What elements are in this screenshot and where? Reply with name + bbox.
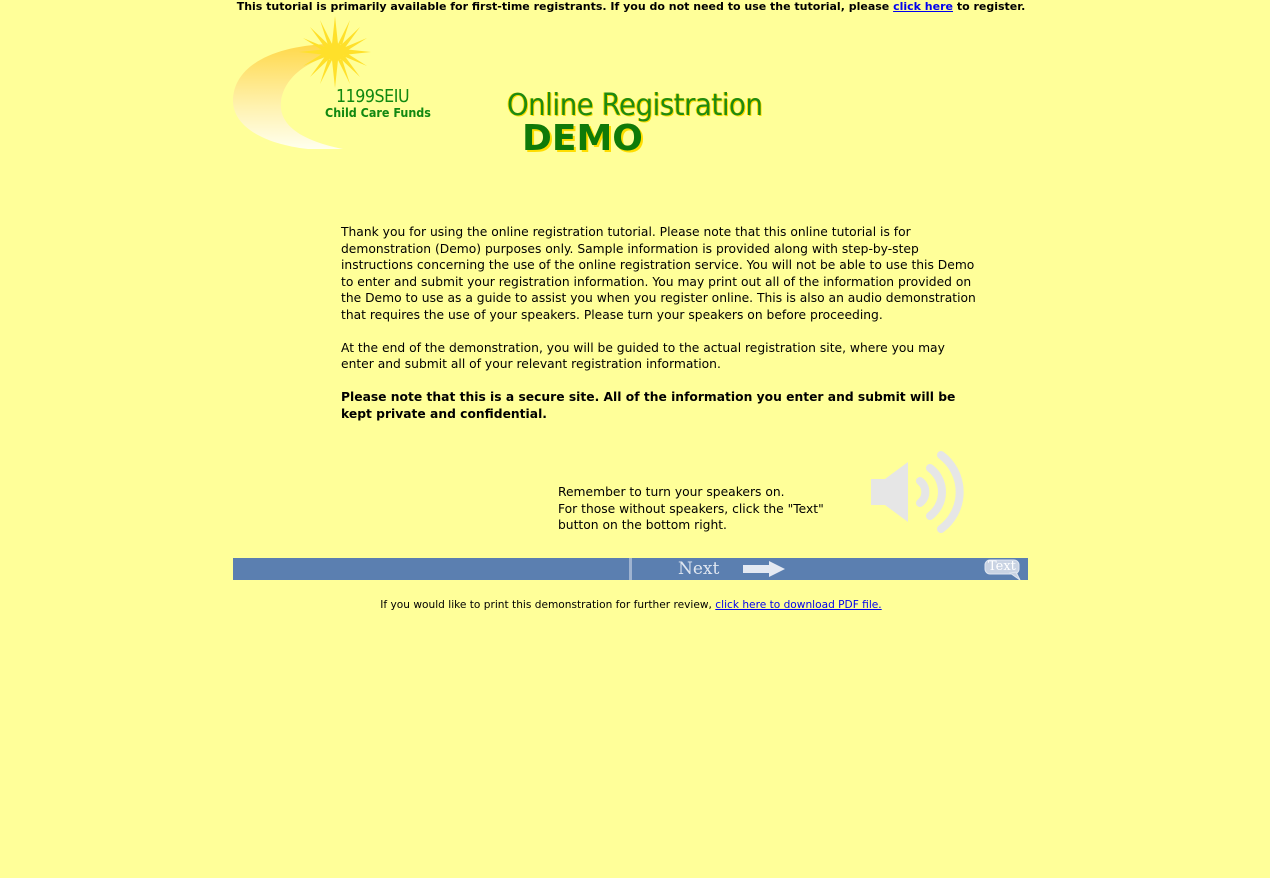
nav-divider (629, 558, 632, 580)
demo-title: DEMO (522, 118, 643, 159)
top-notice-text: This tutorial is primarily available for… (236, 0, 894, 13)
next-label: Next (678, 559, 720, 579)
logo-name: 1199SEIU (336, 86, 410, 107)
secure-notice: Please note that this is a secure site. … (341, 390, 956, 421)
print-notice: If you would like to print this demonstr… (0, 598, 1262, 612)
text-button[interactable]: Text (984, 559, 1024, 580)
intro-paragraph: Thank you for using the online registrat… (341, 225, 976, 322)
logo-subtitle: Child Care Funds (325, 106, 431, 120)
intro-text: Thank you for using the online registrat… (341, 224, 981, 439)
reminder-line: For those without speakers, click the "T… (558, 501, 824, 516)
reminder-line: button on the bottom right. (558, 518, 727, 532)
register-link[interactable]: click here (893, 0, 953, 13)
page: This tutorial is primarily available for… (0, 0, 1270, 878)
navigation-bar: Next Text (233, 558, 1028, 580)
speaker-icon (868, 448, 964, 538)
sun-swoosh-logo (233, 16, 433, 152)
speaker-reminder: Remember to turn your speakers on. For t… (558, 484, 858, 534)
top-notice-text-end: to register. (952, 0, 1026, 13)
download-pdf-link[interactable]: click here to download PDF file. (715, 599, 881, 611)
reminder-line: Remember to turn your speakers on. (558, 485, 785, 499)
top-notice: This tutorial is primarily available for… (0, 0, 1262, 13)
intro-paragraph: At the end of the demonstration, you wil… (341, 340, 945, 372)
print-notice-text: If you would like to print this demonstr… (380, 599, 716, 611)
next-button[interactable]: Next (673, 558, 793, 580)
text-label: Text (988, 559, 1016, 574)
right-arrow-icon (743, 561, 785, 577)
